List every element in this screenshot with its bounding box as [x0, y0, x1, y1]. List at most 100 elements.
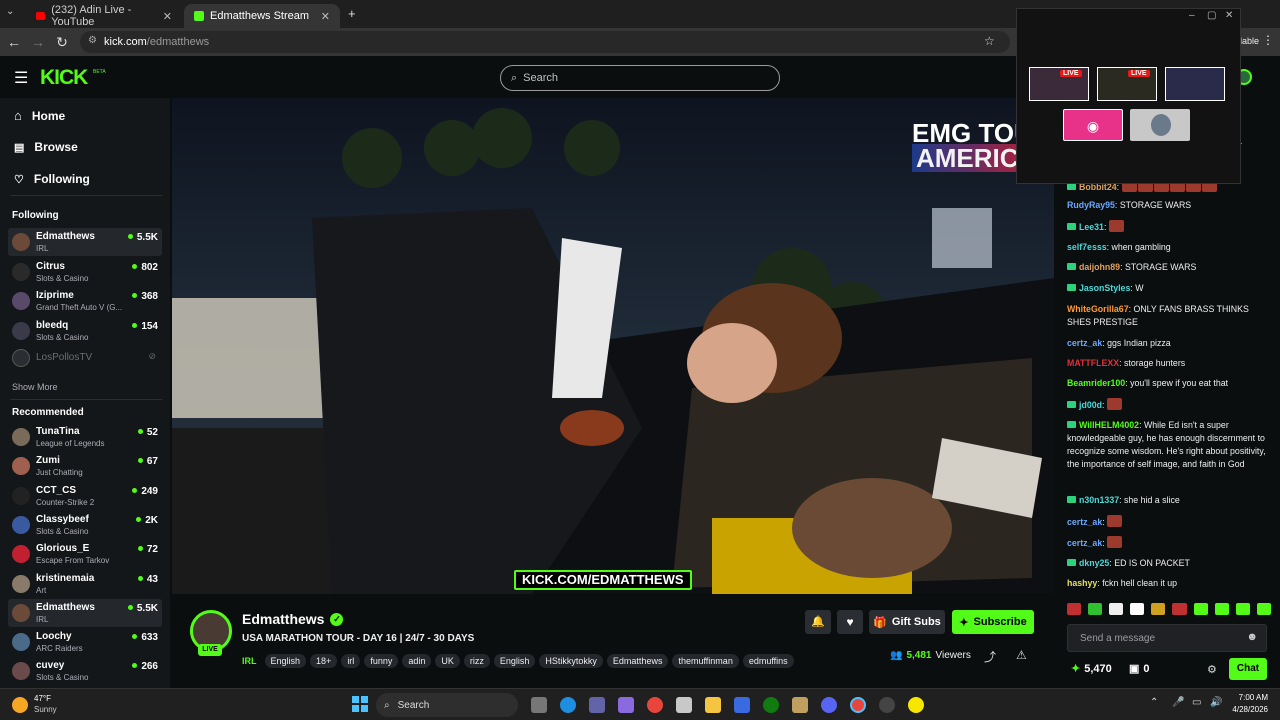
kick-logo[interactable]: KICK	[40, 66, 88, 90]
show-more-link[interactable]: Show More	[12, 382, 58, 392]
hamburger-menu-icon[interactable]: ☰	[14, 68, 28, 88]
sidebar-channel[interactable]: Loochy ARC Raiders 633	[8, 628, 162, 656]
stream-tag[interactable]: themuffinman	[672, 654, 739, 668]
discord-taskbar-icon[interactable]	[821, 697, 837, 713]
emote-icon[interactable]	[1109, 603, 1124, 615]
task-view-icon[interactable]	[531, 697, 547, 713]
store-icon[interactable]	[676, 697, 692, 713]
chat-username[interactable]: dkny25	[1079, 558, 1109, 568]
sun-weather-icon[interactable]	[12, 697, 28, 713]
stream-tag[interactable]: rizz	[463, 654, 490, 668]
tab-kick[interactable]: Edmatthews Stream - Watc ✕	[184, 4, 340, 28]
app-icon[interactable]	[792, 697, 808, 713]
chat-username[interactable]: RudyRay95	[1067, 200, 1115, 210]
snapchat-icon[interactable]	[908, 697, 924, 713]
chat-username[interactable]: WhiteGorilla67	[1067, 304, 1129, 314]
avatar-tile[interactable]	[1130, 109, 1190, 141]
minimize-icon[interactable]: –	[1189, 10, 1195, 21]
sidebar-channel[interactable]: bleedq Slots & Casino 154	[8, 317, 162, 345]
emote-icon[interactable]	[1193, 603, 1208, 615]
floating-preview-window[interactable]: – ▢ ✕ LIVE LIVE ◉	[1016, 8, 1241, 184]
tab-search-icon[interactable]: ⌄	[6, 6, 14, 17]
nav-browse[interactable]: ▤ Browse	[14, 140, 78, 154]
chat-username[interactable]: certz_ak	[1067, 517, 1102, 527]
close-icon[interactable]: ✕	[321, 10, 330, 23]
sidebar-channel[interactable]: Classybeef Slots & Casino 2K	[8, 511, 162, 539]
gift-subs-button[interactable]: 🎁 Gift Subs	[869, 610, 945, 634]
preview-thumbnail[interactable]: LIVE	[1029, 67, 1089, 101]
chat-username[interactable]: certz_ak	[1067, 538, 1102, 548]
chat-username[interactable]: MATTFLEXX	[1067, 358, 1119, 368]
discord-icon[interactable]: ◉	[1063, 109, 1123, 141]
new-tab-icon[interactable]: +	[348, 6, 356, 21]
clock-time[interactable]: 7:00 AM	[1228, 693, 1268, 702]
chat-username[interactable]: certz_ak	[1067, 338, 1102, 348]
site-info-icon[interactable]: ⚙	[88, 35, 97, 46]
chat-username[interactable]: n30n1337	[1079, 495, 1119, 505]
chat-send-button[interactable]: Chat	[1229, 658, 1267, 680]
stream-tag[interactable]: edmuffins	[742, 654, 794, 668]
nav-home[interactable]: ⌂ Home	[14, 108, 65, 123]
report-icon[interactable]: ⚠	[1016, 648, 1027, 662]
stream-tag[interactable]: 18+	[310, 654, 338, 668]
copilot-icon[interactable]	[618, 697, 634, 713]
url-field[interactable]: ⚙ kick.com/edmatthews ☆	[80, 31, 1010, 53]
chat-username[interactable]: Beamrider100	[1067, 378, 1125, 388]
taskbar-search[interactable]: ⌕ Search	[376, 693, 518, 717]
chrome-icon[interactable]	[647, 697, 663, 713]
bookmark-star-icon[interactable]: ☆	[984, 34, 995, 48]
sidebar-channel[interactable]: Edmatthews IRL 5.5K	[8, 228, 162, 256]
nav-following[interactable]: ♡ Following	[14, 172, 90, 186]
sidebar-channel[interactable]: Citrus Slots & Casino 802	[8, 258, 162, 286]
chat-username[interactable]: JasonStyles	[1079, 283, 1130, 293]
category-link[interactable]: IRL	[242, 656, 257, 666]
back-icon[interactable]: ←	[6, 34, 22, 50]
tray-chevron-icon[interactable]: ⌃	[1150, 697, 1158, 708]
chrome-active-icon[interactable]	[850, 697, 866, 713]
notification-bell-button[interactable]: 🔔	[805, 610, 831, 634]
channel-points[interactable]: ✦ 5,470	[1071, 662, 1112, 676]
file-explorer-icon[interactable]	[705, 697, 721, 713]
menu-kebab-icon[interactable]: ⋮	[1262, 33, 1274, 47]
chat-username[interactable]: jd00d	[1079, 400, 1102, 410]
offline-channel[interactable]: LosPollosTV ⊘	[8, 344, 162, 372]
stream-tag[interactable]: Edmatthews	[606, 654, 669, 668]
stream-tag[interactable]: adin	[402, 654, 432, 668]
stream-tag[interactable]: funny	[364, 654, 399, 668]
chat-username[interactable]: WillHELM4002	[1079, 420, 1139, 430]
sidebar-channel[interactable]: Iziprime Grand Theft Auto V (G... 368	[8, 287, 162, 315]
sidebar-channel[interactable]: kristinemaia Art 43	[8, 570, 162, 598]
calendar-app-icon[interactable]	[734, 697, 750, 713]
teams-icon[interactable]	[589, 697, 605, 713]
stream-tag[interactable]: UK	[435, 654, 460, 668]
chat-username[interactable]: hashyy	[1067, 578, 1097, 588]
chat-username[interactable]: self7esss	[1067, 242, 1107, 252]
emoji-picker-icon[interactable]: ☻	[1246, 631, 1258, 643]
close-icon[interactable]: ✕	[1225, 10, 1233, 21]
stream-tag[interactable]: HStikkytokky	[539, 654, 603, 668]
sidebar-channel[interactable]: Edmatthews IRL 5.5K	[8, 598, 162, 627]
chat-settings-icon[interactable]: ⚙	[1207, 663, 1217, 676]
volume-icon[interactable]: 🔊	[1210, 697, 1222, 708]
stream-tag[interactable]: English	[264, 654, 307, 668]
forward-icon[interactable]: →	[30, 34, 46, 50]
sidebar-channel[interactable]: Glorious_E Escape From Tarkov 72	[8, 540, 162, 568]
stream-tag[interactable]: irl	[341, 654, 361, 668]
emote-icon[interactable]	[1067, 603, 1082, 615]
emote-icon[interactable]	[1151, 603, 1166, 615]
xbox-icon[interactable]	[763, 697, 779, 713]
sidebar-channel[interactable]: CCT_CS Counter-Strike 2 249	[8, 482, 162, 510]
windows-start-icon[interactable]	[352, 696, 368, 712]
maximize-icon[interactable]: ▢	[1207, 10, 1216, 21]
sidebar-channel[interactable]: cuvey Slots & Casino 266	[8, 657, 162, 685]
close-icon[interactable]: ✕	[163, 10, 172, 23]
edge-icon[interactable]	[560, 697, 576, 713]
search-input[interactable]: ⌕ Search	[500, 65, 780, 91]
emote-icon[interactable]	[1130, 603, 1145, 615]
reload-icon[interactable]: ↻	[54, 34, 70, 51]
tab-youtube[interactable]: (232) Adin Live - YouTube ✕	[26, 4, 182, 28]
display-icon[interactable]: ▭	[1192, 697, 1201, 708]
emote-icon[interactable]	[1214, 603, 1229, 615]
emote-icon[interactable]	[1172, 603, 1187, 615]
preview-thumbnail[interactable]: LIVE	[1097, 67, 1157, 101]
